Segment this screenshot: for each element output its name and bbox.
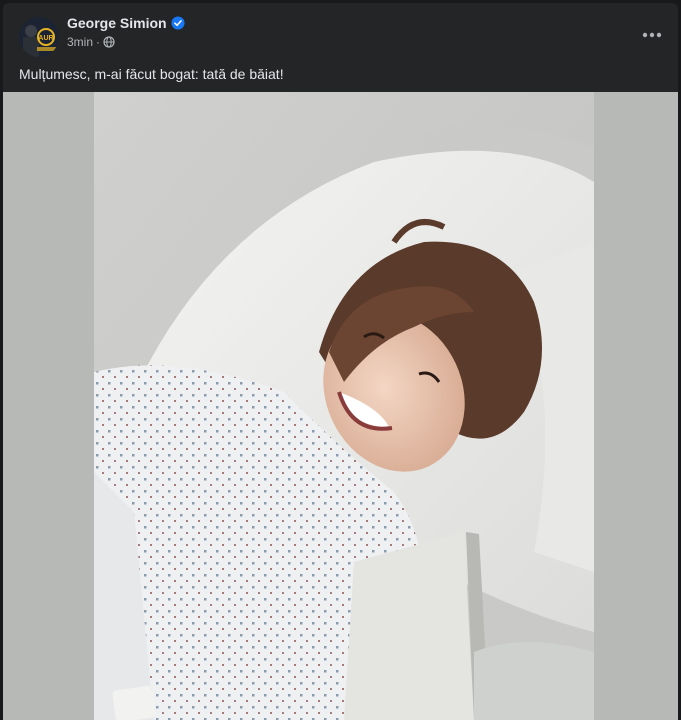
- post-photo[interactable]: [94, 92, 594, 720]
- author-avatar[interactable]: AUR: [19, 17, 59, 57]
- post-options-button[interactable]: [634, 17, 670, 53]
- post-meta: 3min ·: [67, 35, 115, 49]
- more-horizontal-icon: [642, 32, 662, 38]
- post-caption: Mulțumesc, m-ai făcut bogat: tată de băi…: [19, 66, 284, 82]
- post-media[interactable]: [3, 92, 678, 720]
- post-card: AUR George Simion 3min · Mulțumesc, m-ai…: [3, 3, 678, 720]
- meta-separator: ·: [96, 35, 101, 49]
- post-timestamp[interactable]: 3min: [67, 35, 93, 49]
- author-name-text[interactable]: George Simion: [67, 15, 167, 31]
- verified-badge-icon: [171, 16, 185, 30]
- post-header: AUR George Simion 3min ·: [3, 3, 678, 59]
- avatar-image: AUR: [19, 17, 59, 57]
- avatar-badge-text: AUR: [38, 35, 53, 42]
- globe-icon[interactable]: [103, 36, 115, 48]
- author-name[interactable]: George Simion: [67, 15, 185, 31]
